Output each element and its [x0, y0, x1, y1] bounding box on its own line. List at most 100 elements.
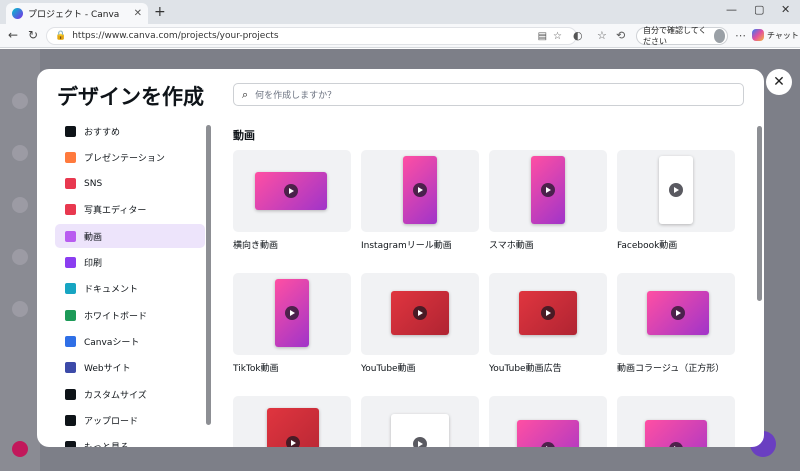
template-card[interactable]: YouTube動画広告: [489, 273, 607, 374]
play-icon: [413, 306, 427, 320]
category-icon: [65, 125, 76, 137]
tab-title: プロジェクト - Canva: [28, 10, 120, 20]
new-tab-icon[interactable]: +: [154, 4, 166, 20]
template-card[interactable]: YouTube動画: [361, 273, 479, 374]
video-preview: [647, 291, 709, 335]
address-bar[interactable]: 🔒 https://www.canva.com/projects/your-pr…: [46, 27, 577, 45]
play-icon: [541, 183, 555, 197]
video-preview: [531, 156, 565, 224]
rail-item: [12, 93, 28, 109]
sidebar-scroll-thumb[interactable]: [206, 125, 211, 425]
category-icon: [65, 441, 76, 447]
template-card[interactable]: 動画コラージュ（正方形）: [617, 273, 735, 374]
extension-icon[interactable]: ◐: [573, 29, 583, 42]
search-input[interactable]: ⌕ 何を作成しますか？: [233, 83, 744, 106]
maximize-icon[interactable]: ▢: [754, 3, 764, 16]
play-icon: [669, 442, 683, 447]
category-icon: [65, 151, 76, 163]
sidebar-item[interactable]: Canvaシート: [55, 329, 205, 353]
url-text: https://www.canva.com/projects/your-proj…: [72, 31, 279, 41]
category-icon: [65, 178, 76, 190]
rail-item: [12, 301, 28, 317]
template-thumbnail[interactable]: [617, 396, 735, 447]
category-icon: [65, 257, 76, 268]
category-icon: [65, 362, 76, 374]
template-thumbnail[interactable]: [617, 150, 735, 232]
minimize-icon[interactable]: —: [726, 3, 737, 16]
more-menu-icon[interactable]: ⋯: [735, 29, 746, 42]
template-thumbnail[interactable]: [617, 273, 735, 355]
close-icon: ✕: [773, 74, 785, 90]
template-thumbnail[interactable]: [233, 396, 351, 447]
rail-item: [12, 145, 28, 161]
sidebar-item[interactable]: SNS: [55, 172, 205, 196]
video-preview: [391, 291, 449, 335]
play-icon: [671, 306, 685, 320]
template-thumbnail[interactable]: [361, 273, 479, 355]
sidebar-item[interactable]: カスタムサイズ: [55, 382, 205, 406]
profile-button[interactable]: 自分で確認してください: [636, 26, 728, 46]
user-avatar: [12, 441, 28, 457]
sidebar-item-label: おすすめ: [84, 127, 121, 138]
sidebar-item-label: カスタムサイズ: [84, 390, 147, 401]
template-card[interactable]: [361, 396, 479, 447]
template-card[interactable]: [233, 396, 351, 447]
canva-favicon-icon: [12, 8, 23, 19]
sidebar-item[interactable]: もっと見る: [55, 435, 205, 447]
sidebar-item-label: SNS: [84, 178, 103, 189]
sidebar-item-label: 印刷: [84, 259, 103, 269]
modal-close-button[interactable]: ✕: [766, 69, 792, 95]
reload-icon[interactable]: ↻: [28, 28, 38, 42]
template-thumbnail[interactable]: [233, 273, 351, 355]
sidebar-item[interactable]: おすすめ: [55, 119, 205, 143]
grid-scrollbar[interactable]: [757, 126, 762, 301]
rail-item: [12, 249, 28, 265]
sidebar-item[interactable]: 動画: [55, 224, 205, 249]
browser-tab[interactable]: プロジェクト - Canva ✕: [6, 3, 148, 24]
sidebar-item[interactable]: 写真エディター: [55, 198, 205, 222]
tab-close-icon[interactable]: ✕: [134, 8, 142, 19]
history-icon[interactable]: ⟲: [616, 29, 625, 42]
sidebar-item-label: アップロード: [84, 416, 139, 427]
sidebar-item[interactable]: プレゼンテーション: [55, 145, 205, 169]
video-preview: [659, 156, 693, 224]
create-design-modal: デザインを作成 ⌕ 何を作成しますか？ おすすめ プレゼンテーション SNS 写真エデ…: [37, 69, 764, 447]
sidebar-item[interactable]: アップロード: [55, 408, 205, 432]
template-card[interactable]: Instagramリール動画: [361, 150, 479, 251]
template-card[interactable]: Facebook動画: [617, 150, 735, 251]
play-icon: [413, 183, 427, 197]
reader-favorite-icons[interactable]: ▤☆: [538, 31, 568, 42]
back-icon[interactable]: ←: [8, 28, 18, 42]
sidebar-scrollbar[interactable]: [206, 125, 211, 445]
section-title: 動画: [233, 129, 255, 142]
sidebar-item-label: Webサイト: [84, 364, 131, 375]
play-icon: [669, 183, 683, 197]
template-thumbnail[interactable]: [489, 150, 607, 232]
sidebar-item[interactable]: 印刷: [55, 251, 205, 275]
template-thumbnail[interactable]: [361, 396, 479, 447]
avatar: [713, 29, 725, 43]
play-icon: [285, 306, 299, 320]
template-thumbnail[interactable]: [489, 396, 607, 447]
copilot-button[interactable]: チャット: [752, 29, 799, 41]
play-icon: [541, 442, 555, 447]
play-icon: [413, 437, 427, 447]
search-icon: ⌕: [242, 87, 249, 101]
sidebar-item[interactable]: ドキュメント: [55, 277, 205, 301]
template-card[interactable]: 横向き動画: [233, 150, 351, 251]
template-card[interactable]: スマホ動画: [489, 150, 607, 251]
template-card[interactable]: [617, 396, 735, 447]
template-thumbnail[interactable]: [489, 273, 607, 355]
template-card[interactable]: [489, 396, 607, 447]
template-thumbnail[interactable]: [361, 150, 479, 232]
sidebar-item[interactable]: Webサイト: [55, 356, 205, 380]
template-thumbnail[interactable]: [233, 150, 351, 232]
window-close-icon[interactable]: ✕: [781, 3, 790, 16]
sidebar-item[interactable]: ホワイトボード: [55, 303, 205, 327]
category-icon: [65, 388, 76, 400]
video-preview: [267, 408, 319, 447]
favorites-icon[interactable]: ☆: [597, 29, 607, 42]
category-icon: [65, 283, 76, 295]
video-preview: [403, 156, 437, 224]
template-card[interactable]: TikTok動画: [233, 273, 351, 374]
